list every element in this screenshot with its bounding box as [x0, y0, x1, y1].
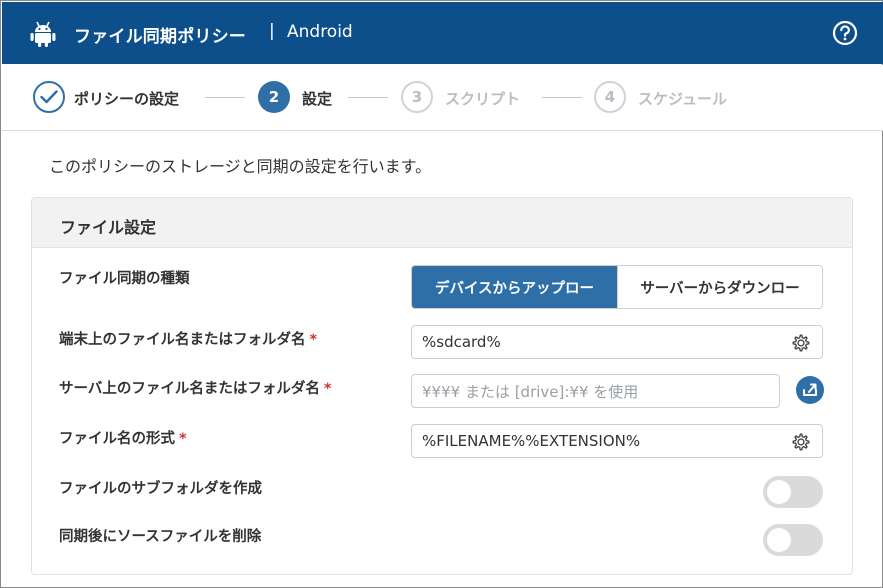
step-3-indicator[interactable]: 3 — [401, 81, 433, 113]
step-connector — [205, 97, 245, 98]
toggle-knob — [767, 528, 791, 552]
required-mark: * — [179, 431, 187, 447]
browse-upload-button[interactable] — [796, 376, 824, 404]
delete-source-label: 同期後にソースファイルを削除 — [59, 529, 262, 545]
upload-icon — [803, 383, 817, 396]
panel-header: ファイル設定 — [32, 198, 852, 248]
dialog-header: ファイル同期ポリシー | Android — [2, 2, 883, 64]
gear-icon[interactable] — [790, 332, 812, 354]
device-path-input[interactable]: %sdcard% — [411, 325, 823, 359]
check-icon — [40, 90, 58, 104]
dialog-window: ファイル同期ポリシー | Android ポリシーの設定 2 設定 3 スクリプ… — [0, 0, 883, 588]
step-1-complete-indicator[interactable] — [33, 81, 65, 113]
platform-name: Android — [287, 22, 353, 42]
help-icon[interactable] — [832, 20, 858, 46]
title-separator: | — [269, 21, 275, 41]
dialog-title: ファイル同期ポリシー — [74, 27, 246, 47]
intro-text: このポリシーのストレージと同期の設定を行います。 — [49, 157, 432, 176]
gear-icon[interactable] — [790, 431, 812, 453]
filename-format-label-text: ファイル名の形式 — [59, 431, 175, 447]
step-2-label[interactable]: 設定 — [302, 88, 332, 109]
delete-source-toggle[interactable] — [763, 524, 823, 556]
step-4-label[interactable]: スケジュール — [638, 88, 727, 109]
create-subfolder-label: ファイルのサブフォルダを作成 — [59, 481, 262, 497]
step-connector — [542, 97, 582, 98]
required-mark: * — [323, 381, 332, 397]
step-4-indicator[interactable]: 4 — [594, 81, 626, 113]
server-path-label-text: サーバ上のファイル名またはフォルダ名 — [59, 381, 320, 397]
device-path-label: 端末上のファイル名またはフォルダ名 * — [59, 328, 317, 349]
toggle-knob — [767, 480, 791, 504]
upload-from-device-option[interactable]: デバイスからアップロー — [412, 266, 617, 308]
sync-type-label: ファイル同期の種類 — [59, 271, 190, 287]
step-3-label[interactable]: スクリプト — [445, 88, 520, 109]
sync-type-toggle: デバイスからアップロー サーバーからダウンロー — [411, 265, 823, 309]
create-subfolder-toggle[interactable] — [763, 476, 823, 508]
server-path-label: サーバ上のファイル名またはフォルダ名 * — [59, 377, 331, 398]
step-1-label[interactable]: ポリシーの設定 — [74, 88, 179, 109]
step-connector — [348, 97, 388, 98]
download-from-server-option[interactable]: サーバーからダウンロー — [617, 266, 822, 308]
filename-format-input[interactable]: %FILENAME%%EXTENSION% — [411, 424, 823, 458]
required-mark: * — [309, 332, 318, 348]
device-path-label-text: 端末上のファイル名またはフォルダ名 — [59, 332, 306, 348]
step-2-indicator[interactable]: 2 — [258, 81, 290, 113]
panel-title: ファイル設定 — [60, 218, 157, 237]
android-icon — [30, 21, 56, 47]
filename-format-label: ファイル名の形式 * — [59, 427, 187, 448]
wizard-stepper: ポリシーの設定 2 設定 3 スクリプト 4 スケジュール — [2, 65, 883, 131]
server-path-input[interactable]: ¥¥¥¥ または [drive]:¥¥ を使用 — [411, 374, 780, 408]
